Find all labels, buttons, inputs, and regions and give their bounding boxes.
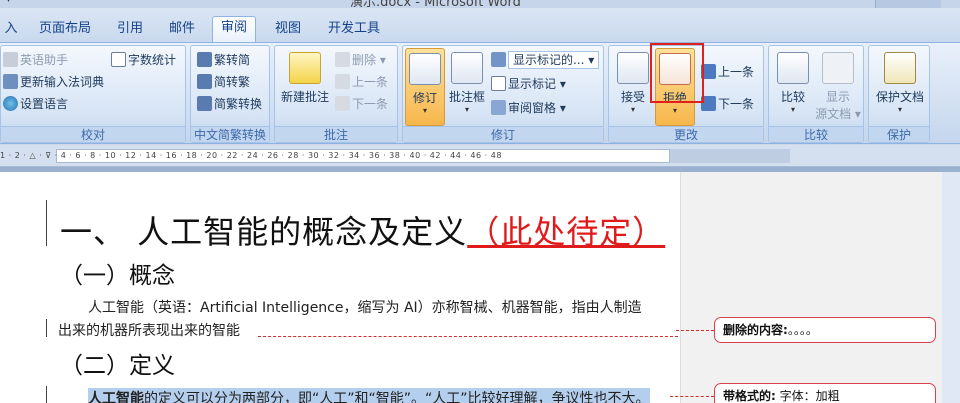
paragraph-1-line-1[interactable]: 人工智能（英语：Artificial Intelligence，缩写为 AI）亦… <box>88 297 642 317</box>
tab-page-layout[interactable]: 页面布局 <box>36 18 94 42</box>
english-assistant-button[interactable]: 英语助手 <box>3 50 68 70</box>
tab-view[interactable]: 视图 <box>268 18 308 42</box>
show-source-button[interactable]: 显示 源文档 ▾ <box>815 52 861 124</box>
format-leader-line <box>670 396 714 397</box>
chinese-convert-icon <box>197 96 212 111</box>
previous-comment-icon <box>335 74 350 89</box>
dictionary-icon <box>3 74 18 89</box>
compare-button[interactable]: 比较 ▾ <box>773 52 813 124</box>
paragraph-1-line-2[interactable]: 出来的机器所表现出来的智能 <box>58 320 240 340</box>
show-source-icon <box>822 52 854 84</box>
ribbon: 英语助手 字数统计 更新输入法词典 设置语言 校对 繁转简 简转繁 简繁转换 中… <box>0 42 960 144</box>
vertical-scrollbar[interactable] <box>942 172 960 403</box>
balloons-dropdown-icon: ▾ <box>464 105 469 114</box>
balloons-icon <box>451 52 483 84</box>
trad-to-simp-icon <box>197 52 212 67</box>
markup-balloon-area <box>680 172 942 403</box>
chinese-convert-button[interactable]: 简繁转换 <box>197 94 262 114</box>
tab-insert[interactable]: 入 <box>0 18 22 42</box>
ruler-numbers: 1 · 2 · △ · ⊽ · 4 · 6 · 8 · 10 · 12 · 14… <box>0 151 502 160</box>
group-proofing: 英语助手 字数统计 更新输入法词典 设置语言 校对 <box>0 45 186 143</box>
quick-access-icon[interactable]: ▾ <box>6 0 11 5</box>
ribbon-tabs: 入 页面布局 引用 邮件 审阅 视图 开发工具 <box>0 8 960 43</box>
word-window: ▾ 演示.docx - Microsoft Word 入 页面布局 引用 邮件 … <box>0 0 960 403</box>
window-title: 演示.docx - Microsoft Word <box>350 0 521 8</box>
balloons-button[interactable]: 批注框 ▾ <box>447 52 487 124</box>
display-for-review-select[interactable]: 显示标记的... ▾ <box>491 50 600 70</box>
track-changes-dropdown-icon: ▾ <box>422 106 427 115</box>
tab-developer[interactable]: 开发工具 <box>322 18 386 42</box>
window-controls[interactable] <box>875 0 941 8</box>
change-bar-deletion <box>46 319 47 337</box>
tab-review[interactable]: 审阅 <box>212 16 256 43</box>
tab-references[interactable]: 引用 <box>110 18 150 42</box>
group-label-chinese-conversion: 中文简繁转换 <box>191 126 269 142</box>
group-tracking: 修订 ▾ 批注框 ▾ 显示标记的... ▾ 显示标记 ▾ 审阅窗格 ▾ 修订 <box>402 45 604 143</box>
change-bar-format <box>46 386 47 403</box>
display-review-icon <box>491 52 506 67</box>
new-comment-icon <box>289 52 321 84</box>
deleted-content-balloon[interactable]: 删除的内容:。。。。 <box>714 317 936 343</box>
simp-to-trad-icon <box>197 74 212 89</box>
group-compare: 比较 ▾ 显示 源文档 ▾ 比较 <box>768 45 864 143</box>
previous-comment-button[interactable]: 上一条 <box>335 72 388 92</box>
reject-dropdown-icon: ▾ <box>672 106 677 115</box>
trad-to-simp-button[interactable]: 繁转简 <box>197 50 250 70</box>
track-changes-button[interactable]: 修订 ▾ <box>405 48 445 126</box>
heading-1[interactable]: 一、 人工智能的概念及定义（此处待定） <box>60 207 665 253</box>
delete-comment-button[interactable]: 删除 ▾ <box>335 50 386 70</box>
word-count-button[interactable]: 字数统计 <box>111 50 176 70</box>
group-comments: 新建批注 删除 ▾ 上一条 下一条 批注 <box>274 45 398 143</box>
group-protect: 保护文档 ▾ 保护 <box>868 45 930 143</box>
next-comment-button[interactable]: 下一条 <box>335 94 388 114</box>
english-assistant-icon <box>3 52 18 67</box>
reject-highlight-box <box>650 43 704 103</box>
next-change-button[interactable]: 下一条 <box>701 94 754 114</box>
compare-dropdown-icon: ▾ <box>790 105 795 114</box>
title-bar: ▾ 演示.docx - Microsoft Word <box>0 0 960 8</box>
group-label-tracking: 修订 <box>403 126 603 142</box>
deletion-leader-line-end <box>676 330 714 331</box>
ruler-margin-area <box>670 149 790 163</box>
show-markup-button[interactable]: 显示标记 ▾ <box>491 74 566 94</box>
next-comment-icon <box>335 96 350 111</box>
group-label-proofing: 校对 <box>1 126 185 142</box>
globe-icon <box>3 96 18 111</box>
delete-comment-icon <box>335 52 350 67</box>
previous-change-button[interactable]: 上一条 <box>701 62 754 82</box>
group-label-comments: 批注 <box>275 126 397 142</box>
update-ime-dictionary-button[interactable]: 更新输入法词典 <box>3 72 104 92</box>
formatted-balloon[interactable]: 带格式的: 字体：加粗 <box>714 383 936 403</box>
change-bar <box>46 200 47 246</box>
word-count-icon <box>111 52 126 67</box>
horizontal-ruler[interactable]: 1 · 2 · △ · ⊽ · 4 · 6 · 8 · 10 · 12 · 14… <box>0 145 960 167</box>
heading-2-definition[interactable]: （二）定义 <box>60 346 175 380</box>
simp-to-trad-button[interactable]: 简转繁 <box>197 72 250 92</box>
protect-document-button[interactable]: 保护文档 ▾ <box>871 52 929 124</box>
group-label-changes: 更改 <box>609 126 763 142</box>
show-markup-icon <box>491 76 506 91</box>
track-changes-icon <box>409 53 441 85</box>
group-label-protect: 保护 <box>869 126 929 142</box>
heading-2-concept[interactable]: （一）概念 <box>60 256 175 290</box>
lock-document-icon <box>884 52 916 84</box>
accept-dropdown-icon: ▾ <box>630 105 635 114</box>
group-chinese-conversion: 繁转简 简转繁 简繁转换 中文简繁转换 <box>190 45 270 143</box>
tab-mailings[interactable]: 邮件 <box>162 18 202 42</box>
set-language-button[interactable]: 设置语言 <box>3 94 68 114</box>
group-label-compare: 比较 <box>769 126 863 142</box>
reviewing-pane-icon <box>491 100 506 115</box>
inserted-text: （此处待定） <box>467 213 666 251</box>
paragraph-2-line-1[interactable]: 人工智能的定义可以分为两部分，即“人工”和“智能”。“人工”比较好理解，争议性也… <box>88 388 650 403</box>
protect-dropdown-icon: ▾ <box>897 105 902 114</box>
accept-icon <box>617 52 649 84</box>
reviewing-pane-button[interactable]: 审阅窗格 ▾ <box>491 98 566 118</box>
compare-icon <box>777 52 809 84</box>
new-comment-button[interactable]: 新建批注 <box>279 52 331 124</box>
accept-button[interactable]: 接受 ▾ <box>613 52 653 124</box>
deletion-leader-line <box>258 336 678 337</box>
